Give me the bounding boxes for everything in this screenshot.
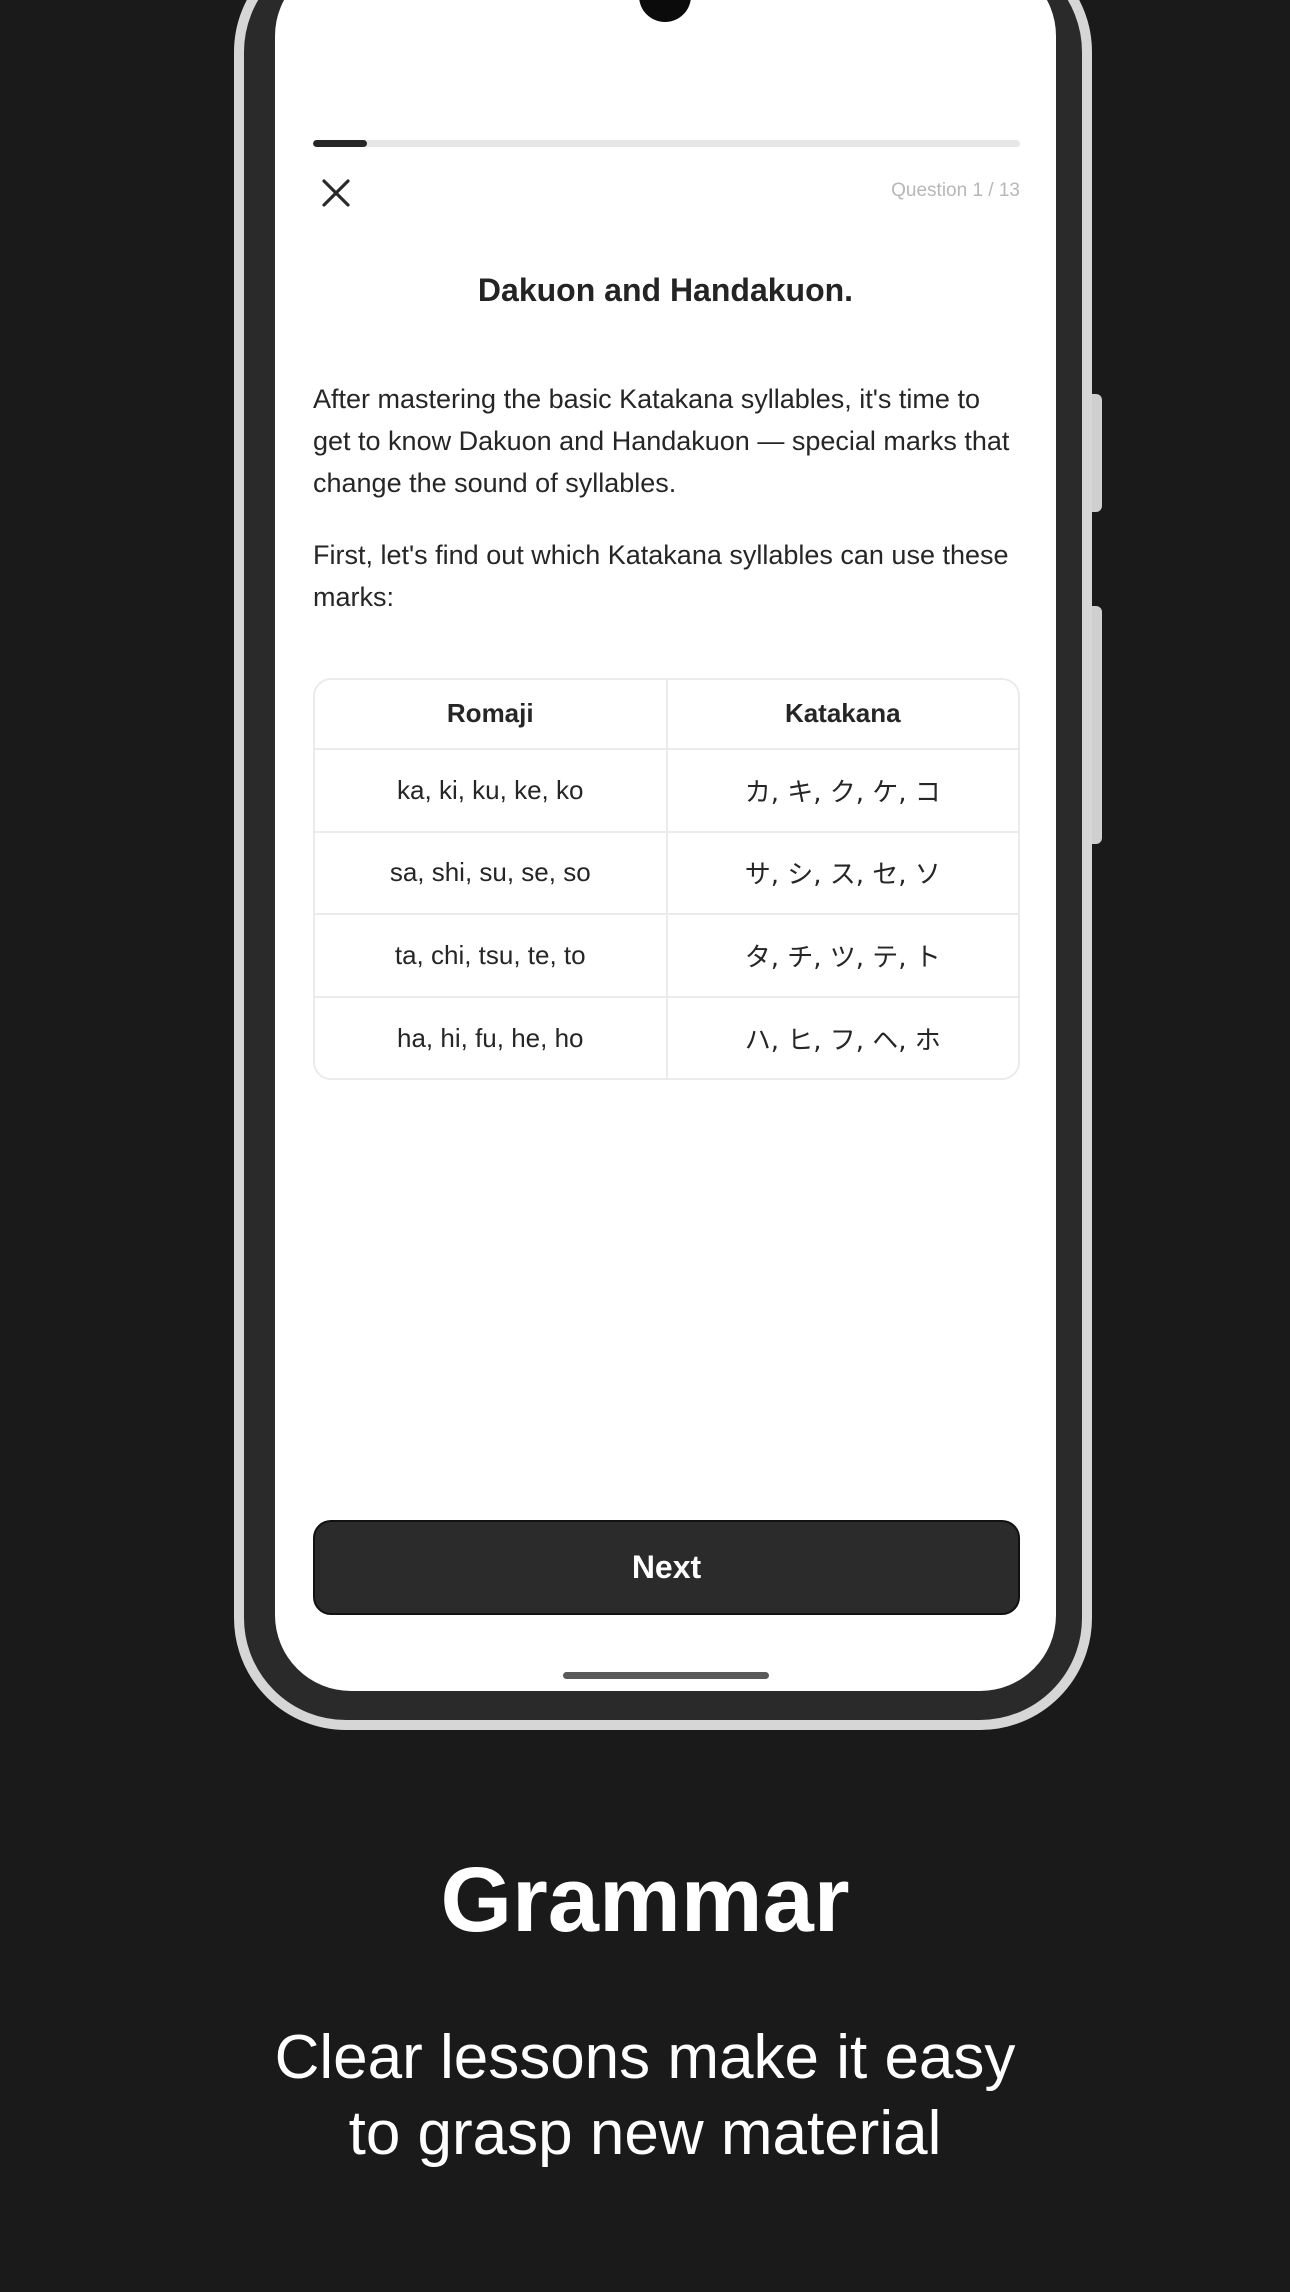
katakana-cell: ハ, ヒ, フ, ヘ, ホ [665, 996, 1018, 1078]
romaji-cell: ha, hi, fu, he, ho [315, 996, 668, 1078]
table-row: ha, hi, fu, he, ho ハ, ヒ, フ, ヘ, ホ [315, 996, 1018, 1078]
katakana-cell: サ, シ, ス, セ, ソ [665, 830, 1018, 916]
phone-volume-button [1092, 394, 1102, 512]
syllable-table: Romaji Katakana ka, ki, ku, ke, ko カ, キ,… [313, 678, 1020, 1080]
camera-icon [639, 0, 691, 22]
lesson-title: Dakuon and Handakuon. [477, 272, 854, 308]
progress-bar [313, 140, 1020, 147]
table-header-row: Romaji Katakana [315, 680, 1018, 750]
question-counter: Question 1 / 13 [891, 180, 1020, 201]
lesson-paragraph: First, let's find out which Katakana syl… [313, 540, 1009, 612]
progress-bar-fill [313, 140, 368, 147]
close-button[interactable] [313, 170, 359, 216]
caption-title: Grammar [440, 1849, 850, 1951]
close-icon [322, 179, 350, 207]
column-header-romaji: Romaji [315, 680, 668, 750]
romaji-cell: ta, chi, tsu, te, to [315, 913, 668, 999]
romaji-cell: sa, shi, su, se, so [315, 830, 668, 916]
katakana-cell: タ, チ, ツ, テ, ト [665, 913, 1018, 999]
caption-subtitle: Clear lessons make it easy to grasp new … [0, 2020, 1290, 2172]
column-header-katakana: Katakana [665, 680, 1018, 750]
phone-power-button [1092, 606, 1102, 844]
katakana-cell: カ, キ, ク, ケ, コ [665, 747, 1018, 833]
table-row: ta, chi, tsu, te, to タ, チ, ツ, テ, ト [315, 913, 1018, 999]
home-indicator [563, 1672, 769, 1679]
phone-screen: Question 1 / 13 Dakuon and Handakuon. Af… [275, 0, 1056, 1691]
table-row: sa, shi, su, se, so サ, シ, ス, セ, ソ [315, 830, 1018, 916]
romaji-cell: ka, ki, ku, ke, ko [315, 747, 668, 833]
caption-subtitle-line: Clear lessons make it easy [274, 2023, 1016, 2092]
lesson-paragraph: After mastering the basic Katakana sylla… [313, 384, 1010, 498]
table-row: ka, ki, ku, ke, ko カ, キ, ク, ケ, コ [315, 747, 1018, 833]
next-button[interactable]: Next [313, 1520, 1020, 1615]
caption-subtitle-line: to grasp new material [348, 2099, 942, 2168]
